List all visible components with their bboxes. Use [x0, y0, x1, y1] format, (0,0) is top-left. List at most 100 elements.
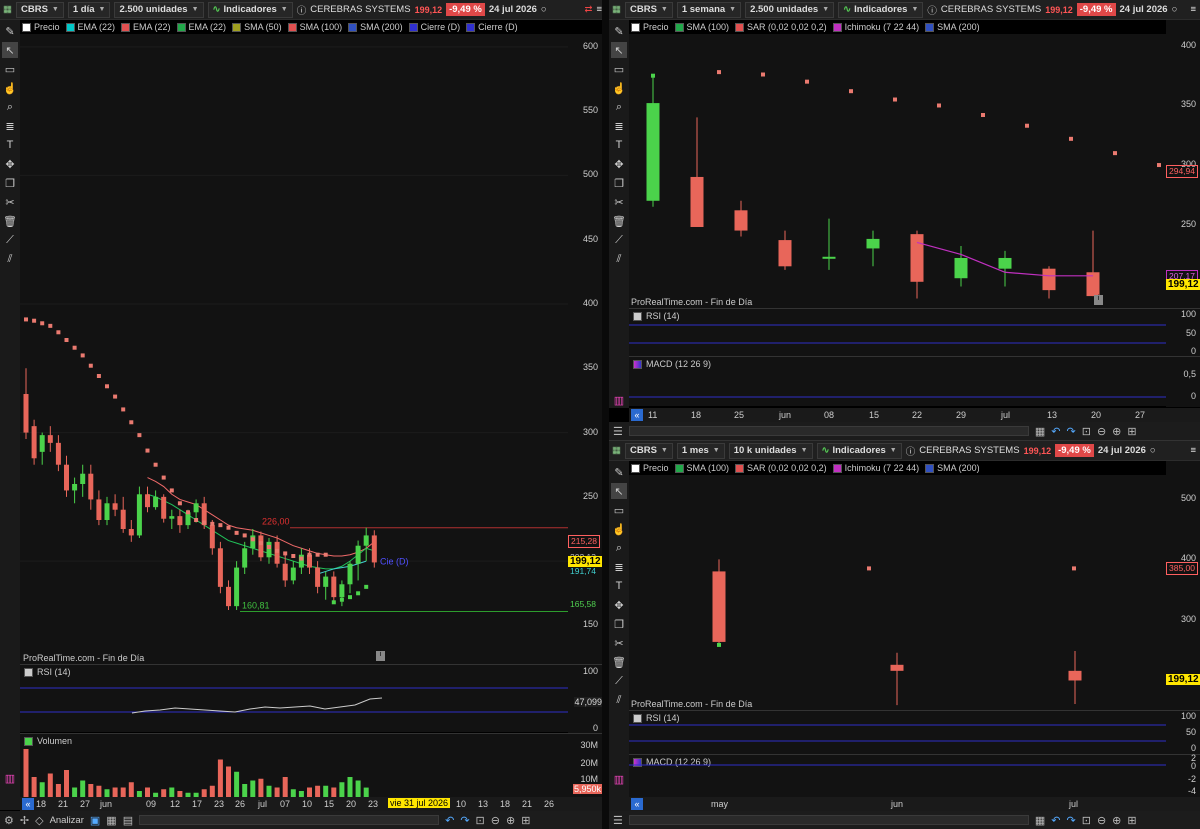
ruler-icon[interactable]: ▭ — [2, 61, 18, 77]
legend-item[interactable]: Ichimoku (7 22 44) — [832, 22, 919, 32]
zoom-out-icon[interactable]: ⊖ — [1097, 814, 1106, 827]
cursor-hand-icon[interactable]: ☝ — [611, 80, 627, 96]
scroll-left-icon[interactable]: « — [631, 798, 643, 810]
redo-icon[interactable]: ↷ — [1067, 425, 1076, 438]
redo-icon[interactable]: ↷ — [1067, 814, 1076, 827]
legend-item[interactable]: EMA (22) — [121, 22, 171, 32]
zoom-fit-icon[interactable]: ⊡ — [476, 814, 485, 827]
text-icon[interactable]: T — [611, 137, 627, 153]
menu-icon[interactable]: ≡ — [1190, 445, 1196, 456]
zoom-fit-icon[interactable]: ⊡ — [1082, 814, 1091, 827]
undo-icon[interactable]: ↶ — [445, 814, 454, 827]
zoom-icon[interactable]: ⌕ — [611, 540, 627, 556]
trash-icon[interactable]: 🗑 — [2, 213, 18, 229]
legend-item[interactable]: SMA (200) — [348, 22, 403, 32]
gann-icon[interactable]: ⟋ — [2, 232, 18, 248]
list-icon[interactable]: ☰ — [613, 814, 623, 827]
channel-icon[interactable]: ⫽ — [2, 251, 18, 267]
pencil-icon[interactable]: ✎ — [2, 23, 18, 39]
cursor-hand-icon[interactable]: ☝ — [2, 80, 18, 96]
legend-item[interactable]: Precio — [631, 463, 669, 473]
ruler-icon[interactable]: ▭ — [611, 61, 627, 77]
legend-item[interactable]: SAR (0,02 0,02 0,2) — [735, 22, 827, 32]
fibonacci-icon[interactable]: ≣ — [2, 118, 18, 134]
info-icon[interactable]: i — [1094, 295, 1103, 305]
pointer-icon[interactable]: ↖ — [2, 42, 18, 58]
settings-icon[interactable]: ⚙ — [4, 814, 14, 827]
ruler-icon[interactable]: ▭ — [611, 502, 627, 518]
interval-select[interactable]: 1 día ▼ — [67, 1, 111, 18]
pointer-icon[interactable]: ↖ — [611, 42, 627, 58]
tr-y-axis[interactable]: 400350300250200294,94207,17199,12 — [1166, 20, 1200, 308]
left-rsi-pane[interactable]: RSI (14) 100 47,099 0 — [20, 664, 602, 733]
indicators-button[interactable]: ∿ Indicadores ▼ — [816, 442, 902, 459]
zoom-icon[interactable]: ⌕ — [2, 99, 18, 115]
br-price-pane[interactable]: ProRealTime.com - Fin de Día — [629, 475, 1166, 710]
window-icon[interactable]: ▣ — [90, 814, 100, 827]
period-icon[interactable]: ⊞ — [521, 814, 530, 827]
info-icon[interactable]: ⓘ — [906, 444, 916, 458]
zoom-in-icon[interactable]: ⊕ — [506, 814, 515, 827]
interval-select[interactable]: 1 semana ▼ — [676, 1, 742, 18]
tr-rsi-pane[interactable]: RSI (14) 100 50 0 — [629, 308, 1200, 357]
legend-item[interactable]: SAR (0,02 0,02 0,2) — [735, 463, 827, 473]
move-icon[interactable]: ✥ — [2, 156, 18, 172]
grid-icon[interactable]: ▦ — [1035, 814, 1045, 827]
legend-item[interactable]: SMA (200) — [925, 22, 980, 32]
zoom-fit-icon[interactable]: ⊡ — [1082, 425, 1091, 438]
text-icon[interactable]: T — [611, 578, 627, 594]
copy-icon[interactable]: ❐ — [2, 175, 18, 191]
zoom-out-icon[interactable]: ⊖ — [491, 814, 500, 827]
fibonacci-icon[interactable]: ≣ — [611, 118, 627, 134]
trash-icon[interactable]: 🗑 — [611, 213, 627, 229]
legend-item[interactable]: Precio — [631, 22, 669, 32]
tr-x-axis[interactable]: « 11 18 25 jun 08 15 22 29 jul 13 20 27 — [629, 408, 1200, 422]
br-x-axis[interactable]: « may jun jul — [629, 797, 1200, 811]
copy-icon[interactable]: ❐ — [611, 175, 627, 191]
interval-select[interactable]: 1 mes ▼ — [676, 442, 725, 459]
scroll-left-icon[interactable]: « — [22, 798, 34, 810]
info-icon[interactable]: ⓘ — [927, 3, 937, 17]
redo-icon[interactable]: ↷ — [460, 814, 469, 827]
channel-icon[interactable]: ⫽ — [611, 251, 627, 267]
chart-icon[interactable]: ✢ — [20, 814, 29, 827]
copy-icon[interactable]: ❐ — [611, 616, 627, 632]
zoom-out-icon[interactable]: ⊖ — [1097, 425, 1106, 438]
cursor-hand-icon[interactable]: ☝ — [611, 521, 627, 537]
indicators-button[interactable]: ∿ Indicadores ▼ — [838, 1, 924, 18]
gann-icon[interactable]: ⟋ — [611, 673, 627, 689]
eraser-icon[interactable]: ◇ — [35, 814, 43, 827]
pointer-icon[interactable]: ↖ — [611, 483, 627, 499]
text-icon[interactable]: T — [2, 137, 18, 153]
left-x-axis[interactable]: « 18 21 27 jun 09 12 17 23 26 jul 07 10 15 20 23 vie 31… — [20, 797, 602, 811]
tr-macd-pane[interactable]: MACD (12 26 9) 0,5 0 — [629, 356, 1200, 407]
tools-icon[interactable]: ✂ — [611, 635, 627, 651]
scroll-left-icon[interactable]: « — [631, 409, 643, 421]
horizontal-scrollbar[interactable] — [139, 815, 440, 825]
legend-item[interactable]: Cierre (D) — [408, 22, 460, 32]
move-icon[interactable]: ✥ — [611, 156, 627, 172]
list-icon[interactable]: ☰ — [613, 425, 623, 438]
left-y-axis[interactable]: 600550500450400350300250200150215,28202,… — [568, 34, 603, 664]
legend-item[interactable]: SMA (100) — [674, 463, 729, 473]
chart-type-icon[interactable]: ▦ — [3, 4, 12, 15]
chart-type-icon[interactable]: ▦ — [612, 4, 621, 15]
analyze-button[interactable]: Analizar — [50, 815, 84, 826]
channel-icon[interactable]: ⫽ — [611, 692, 627, 708]
horizontal-scrollbar[interactable] — [628, 815, 1029, 825]
legend-item[interactable]: Cierre (D) — [466, 22, 518, 32]
indicator-panel-icon[interactable]: ▥ — [611, 771, 627, 787]
legend-item[interactable]: Ichimoku (7 22 44) — [832, 463, 919, 473]
br-y-axis[interactable]: 500400300200385,00199,12 — [1166, 461, 1200, 710]
legend-item[interactable]: EMA (22) — [176, 22, 226, 32]
legend-item[interactable]: Precio — [22, 22, 60, 32]
indicator-panel-icon[interactable]: ▥ — [611, 392, 627, 408]
units-select[interactable]: 2.500 unidades ▼ — [114, 1, 204, 18]
legend-item[interactable]: SMA (200) — [925, 463, 980, 473]
info-icon[interactable]: ⓘ — [297, 3, 307, 17]
pencil-icon[interactable]: ✎ — [611, 23, 627, 39]
left-volume-pane[interactable]: Volumen 30M 20M 10M 5,950k — [20, 733, 602, 798]
legend-item[interactable]: EMA (22) — [65, 22, 115, 32]
info-icon[interactable]: i — [376, 651, 385, 661]
grid-icon[interactable]: ▦ — [106, 814, 116, 827]
